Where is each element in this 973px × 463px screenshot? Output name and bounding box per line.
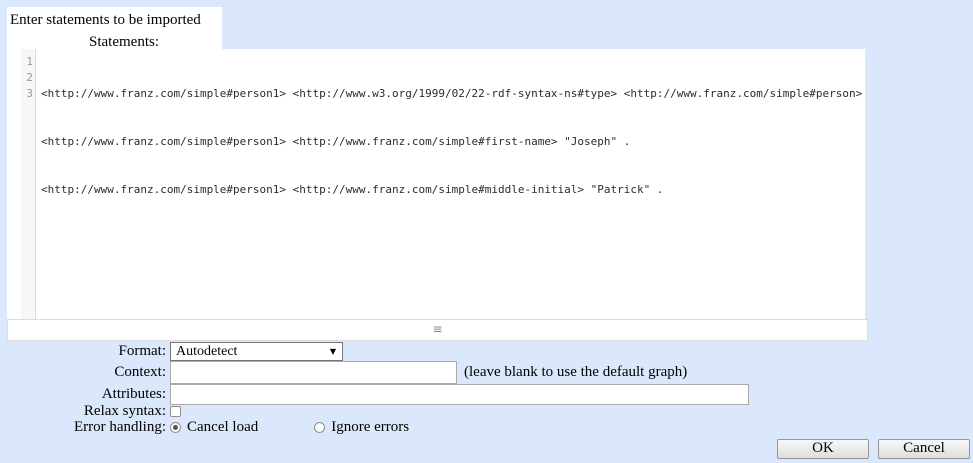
error-handling-option-label: Ignore errors bbox=[331, 419, 409, 436]
resize-grip-icon: ≡ bbox=[432, 322, 442, 336]
line-number-gutter: 1 2 3 bbox=[21, 49, 36, 319]
cancel-button[interactable]: Cancel bbox=[878, 439, 970, 459]
error-handling-row: Error handling: Cancel load Ignore error… bbox=[7, 419, 409, 435]
error-handling-label: Error handling: bbox=[7, 419, 166, 436]
chevron-down-icon: ▼ bbox=[330, 348, 336, 356]
error-handling-radio-cancel-load[interactable] bbox=[170, 422, 181, 433]
attributes-label: Attributes: bbox=[7, 386, 166, 403]
format-label: Format: bbox=[7, 343, 166, 360]
context-row: Context: (leave blank to use the default… bbox=[7, 361, 687, 384]
error-handling-radio-ignore-errors[interactable] bbox=[314, 422, 325, 433]
editor-resize-handle[interactable]: ≡ bbox=[7, 319, 868, 341]
context-label: Context: bbox=[7, 364, 166, 381]
statements-code-area[interactable]: <http://www.franz.com/simple#person1> <h… bbox=[41, 49, 865, 319]
relax-syntax-label: Relax syntax: bbox=[7, 403, 166, 420]
code-line: <http://www.franz.com/simple#person1> <h… bbox=[41, 182, 865, 198]
page-title: Enter statements to be imported bbox=[7, 7, 222, 29]
relax-syntax-row: Relax syntax: bbox=[7, 404, 181, 418]
line-number: 3 bbox=[21, 86, 33, 102]
ok-button[interactable]: OK bbox=[777, 439, 869, 459]
line-number: 1 bbox=[21, 54, 33, 70]
context-hint: (leave blank to use the default graph) bbox=[464, 364, 687, 381]
format-row: Format: Autodetect ▼ bbox=[7, 342, 343, 361]
format-select[interactable]: Autodetect ▼ bbox=[170, 342, 343, 361]
context-input[interactable] bbox=[170, 361, 457, 384]
import-statements-page: Enter statements to be imported Statemen… bbox=[0, 0, 973, 463]
statements-editor[interactable]: 1 2 3 <http://www.franz.com/simple#perso… bbox=[7, 49, 865, 319]
code-line: <http://www.franz.com/simple#person1> <h… bbox=[41, 134, 865, 150]
code-line: <http://www.franz.com/simple#person1> <h… bbox=[41, 86, 865, 102]
line-number: 2 bbox=[21, 70, 33, 86]
format-selected-value: Autodetect bbox=[176, 344, 237, 359]
relax-syntax-checkbox[interactable] bbox=[170, 406, 181, 417]
attributes-input[interactable] bbox=[170, 384, 749, 405]
error-handling-option-label: Cancel load bbox=[187, 419, 258, 436]
